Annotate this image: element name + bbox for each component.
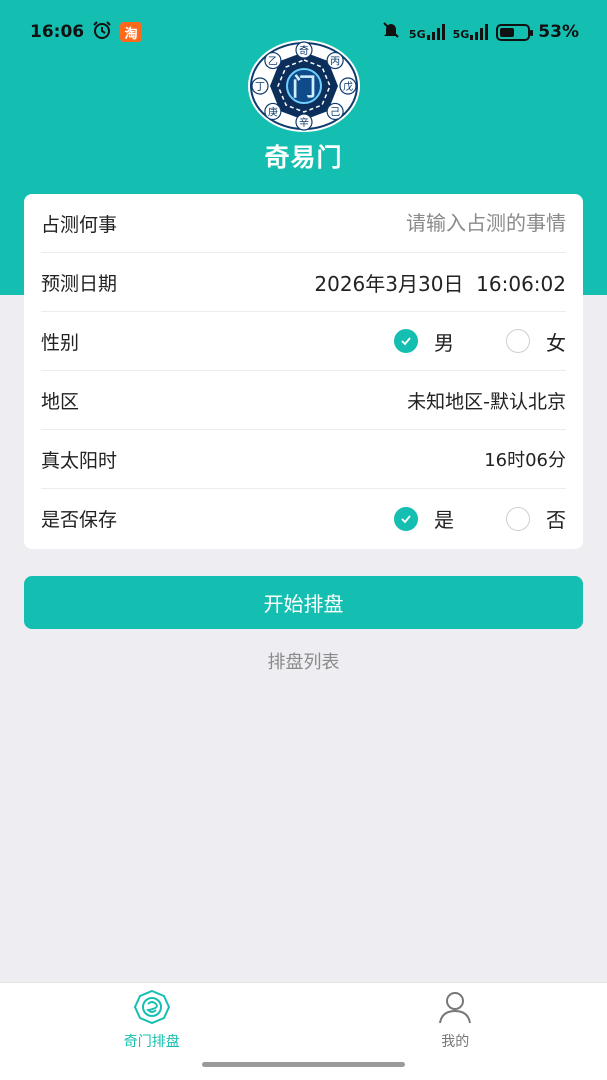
gender-radio-group: 男 女 (394, 327, 566, 356)
logo-center-char: 门 (292, 73, 316, 101)
signal-label: 5G (408, 28, 426, 41)
radio-checked-icon[interactable] (394, 329, 418, 353)
row-save: 是否保存 是 否 (41, 489, 566, 548)
gender-option-label: 女 (546, 330, 566, 355)
save-label: 是否保存 (41, 509, 118, 531)
gender-option-female[interactable]: 女 (506, 327, 566, 356)
matter-label: 占测何事 (41, 213, 118, 236)
logo-ring-char: 丙 (330, 57, 340, 68)
logo-ring-char: 丁 (255, 82, 265, 93)
solar-time-value: 16时06分 (484, 450, 566, 471)
logo-ring-char: 戊 (343, 81, 353, 93)
save-option-no[interactable]: 否 (506, 504, 566, 533)
gender-option-male[interactable]: 男 (394, 327, 454, 356)
mute-bell-icon (381, 20, 401, 45)
save-option-yes[interactable]: 是 (394, 504, 454, 533)
signal-icon: 5G (453, 24, 489, 40)
logo-ring-char: 奇 (299, 44, 309, 57)
battery-percent: 53% (538, 22, 579, 42)
save-radio-group: 是 否 (394, 504, 566, 533)
battery-icon (496, 23, 534, 41)
logo-ring-char: 乙 (268, 56, 278, 68)
alarm-icon (92, 20, 112, 45)
radio-checked-icon[interactable] (394, 506, 418, 531)
start-paipan-button[interactable]: 开始排盘 (24, 576, 583, 629)
date-value[interactable]: 2026年3月30日 16:06:02 (314, 268, 566, 297)
app-logo: 奇丙戊己辛 庚 丁 乙 门 (246, 38, 362, 134)
row-gender: 性别 男 女 (41, 312, 566, 371)
battery-fill (500, 27, 515, 37)
save-option-label: 是 (434, 508, 454, 532)
qimen-icon (132, 989, 172, 1029)
region-value[interactable]: 未知地区-默认北京 (407, 387, 566, 414)
status-time: 16:06 (30, 22, 85, 42)
row-solar-time: 真太阳时 16时06分 (41, 430, 566, 489)
tab-label: 奇门排盘 (123, 1034, 180, 1050)
paipan-list-link[interactable]: 排盘列表 (0, 648, 607, 674)
home-indicator (202, 1062, 405, 1067)
signal-icon: 5G (409, 24, 445, 40)
row-matter: 占测何事 (41, 194, 566, 253)
signal-label: 5G (452, 28, 470, 41)
date-label: 预测日期 (41, 272, 118, 295)
app-title: 奇易门 (264, 143, 343, 172)
user-icon (435, 989, 475, 1029)
logo-ring-char: 己 (330, 107, 340, 118)
row-region[interactable]: 地区 未知地区-默认北京 (41, 371, 566, 430)
status-right: 5G 5G 53% (381, 20, 579, 45)
logo-ring-char: 庚 (268, 105, 278, 118)
matter-input[interactable] (306, 211, 566, 235)
form-card: 占测何事 预测日期 2026年3月30日 16:06:02 性别 男 女 地区 … (24, 194, 583, 549)
logo-ring-char: 辛 (299, 116, 309, 129)
status-left: 16:06 淘 (30, 20, 143, 45)
taobao-icon: 淘 (120, 22, 143, 42)
radio-unchecked-icon[interactable] (506, 329, 530, 353)
solar-time-label: 真太阳时 (41, 449, 118, 472)
row-date[interactable]: 预测日期 2026年3月30日 16:06:02 (41, 253, 566, 312)
gender-label: 性别 (41, 331, 80, 354)
save-option-label: 否 (546, 508, 566, 532)
tab-label: 我的 (441, 1034, 470, 1050)
gender-option-label: 男 (434, 330, 454, 355)
radio-unchecked-icon[interactable] (506, 506, 530, 531)
region-label: 地区 (41, 390, 80, 413)
